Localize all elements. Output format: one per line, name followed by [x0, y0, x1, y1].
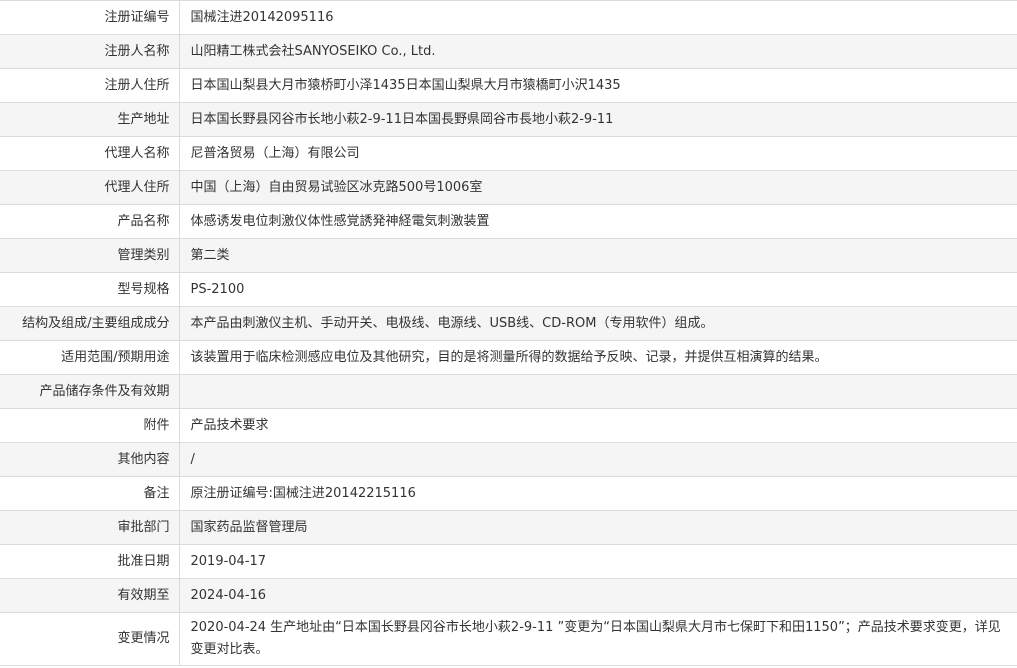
table-row: 有效期至 2024-04-16 — [0, 578, 1017, 613]
field-value: / — [179, 442, 1017, 477]
field-label: 注册人名称 — [0, 34, 180, 69]
table-row: 注册人住所 日本国山梨县大月市猿桥町小泽1435日本国山梨県大月市猿橋町小沢14… — [0, 68, 1017, 103]
field-label: 产品名称 — [0, 204, 180, 239]
field-label: 代理人名称 — [0, 136, 180, 171]
table-row: 变更情况 2020-04-24 生产地址由“日本国长野县冈谷市长地小萩2-9-1… — [0, 612, 1017, 666]
field-value: 日本国长野县冈谷市长地小萩2-9-11日本国長野県岡谷市長地小萩2-9-11 — [179, 102, 1017, 137]
field-label: 型号规格 — [0, 272, 180, 307]
field-value: 产品技术要求 — [179, 408, 1017, 443]
field-value: 中国（上海）自由贸易试验区冰克路500号1006室 — [179, 170, 1017, 205]
table-row: 代理人住所 中国（上海）自由贸易试验区冰克路500号1006室 — [0, 170, 1017, 205]
table-row: 其他内容 / — [0, 442, 1017, 477]
field-label: 附件 — [0, 408, 180, 443]
table-row: 代理人名称 尼普洛贸易（上海）有限公司 — [0, 136, 1017, 171]
table-row: 型号规格 PS-2100 — [0, 272, 1017, 307]
table-row: 适用范围/预期用途 该装置用于临床检测感应电位及其他研究，目的是将测量所得的数据… — [0, 340, 1017, 375]
table-row: 注册人名称 山阳精工株式会社SANYOSEIKO Co., Ltd. — [0, 34, 1017, 69]
field-value: 日本国山梨县大月市猿桥町小泽1435日本国山梨県大月市猿橋町小沢1435 — [179, 68, 1017, 103]
table-row: 批准日期 2019-04-17 — [0, 544, 1017, 579]
field-label: 适用范围/预期用途 — [0, 340, 180, 375]
field-value: 体感诱发电位刺激仪体性感覚誘発神経電気刺激装置 — [179, 204, 1017, 239]
field-value: 国家药品监督管理局 — [179, 510, 1017, 545]
field-value: 本产品由刺激仪主机、手动开关、电极线、电源线、USB线、CD-ROM（专用软件）… — [179, 306, 1017, 341]
field-value: 2020-04-24 生产地址由“日本国长野县冈谷市长地小萩2-9-11 ”变更… — [179, 612, 1017, 666]
field-value: 2024-04-16 — [179, 578, 1017, 613]
field-label: 代理人住所 — [0, 170, 180, 205]
field-value: 原注册证编号:国械注进20142215116 — [179, 476, 1017, 511]
field-value: PS-2100 — [179, 272, 1017, 307]
field-value: 该装置用于临床检测感应电位及其他研究，目的是将测量所得的数据给予反映、记录，并提… — [179, 340, 1017, 375]
field-label: 变更情况 — [0, 612, 180, 666]
table-row: 备注 原注册证编号:国械注进20142215116 — [0, 476, 1017, 511]
field-value — [179, 374, 1017, 409]
field-value: 尼普洛贸易（上海）有限公司 — [179, 136, 1017, 171]
table-row: 产品名称 体感诱发电位刺激仪体性感覚誘発神経電気刺激装置 — [0, 204, 1017, 239]
registration-detail-table: 注册证编号 国械注进20142095116 注册人名称 山阳精工株式会社SANY… — [0, 0, 1017, 666]
table-row: 附件 产品技术要求 — [0, 408, 1017, 443]
field-label: 产品储存条件及有效期 — [0, 374, 180, 409]
field-label: 审批部门 — [0, 510, 180, 545]
field-label: 注册人住所 — [0, 68, 180, 103]
field-label: 管理类别 — [0, 238, 180, 273]
table-row: 注册证编号 国械注进20142095116 — [0, 0, 1017, 35]
table-row: 管理类别 第二类 — [0, 238, 1017, 273]
field-label: 注册证编号 — [0, 0, 180, 35]
field-value: 第二类 — [179, 238, 1017, 273]
table-row: 审批部门 国家药品监督管理局 — [0, 510, 1017, 545]
field-label: 其他内容 — [0, 442, 180, 477]
field-label: 批准日期 — [0, 544, 180, 579]
table-row: 生产地址 日本国长野县冈谷市长地小萩2-9-11日本国長野県岡谷市長地小萩2-9… — [0, 102, 1017, 137]
field-label: 结构及组成/主要组成成分 — [0, 306, 180, 341]
table-row: 产品储存条件及有效期 — [0, 374, 1017, 409]
field-label: 生产地址 — [0, 102, 180, 137]
field-value: 国械注进20142095116 — [179, 0, 1017, 35]
field-label: 有效期至 — [0, 578, 180, 613]
field-value: 山阳精工株式会社SANYOSEIKO Co., Ltd. — [179, 34, 1017, 69]
field-label: 备注 — [0, 476, 180, 511]
field-value: 2019-04-17 — [179, 544, 1017, 579]
table-row: 结构及组成/主要组成成分 本产品由刺激仪主机、手动开关、电极线、电源线、USB线… — [0, 306, 1017, 341]
